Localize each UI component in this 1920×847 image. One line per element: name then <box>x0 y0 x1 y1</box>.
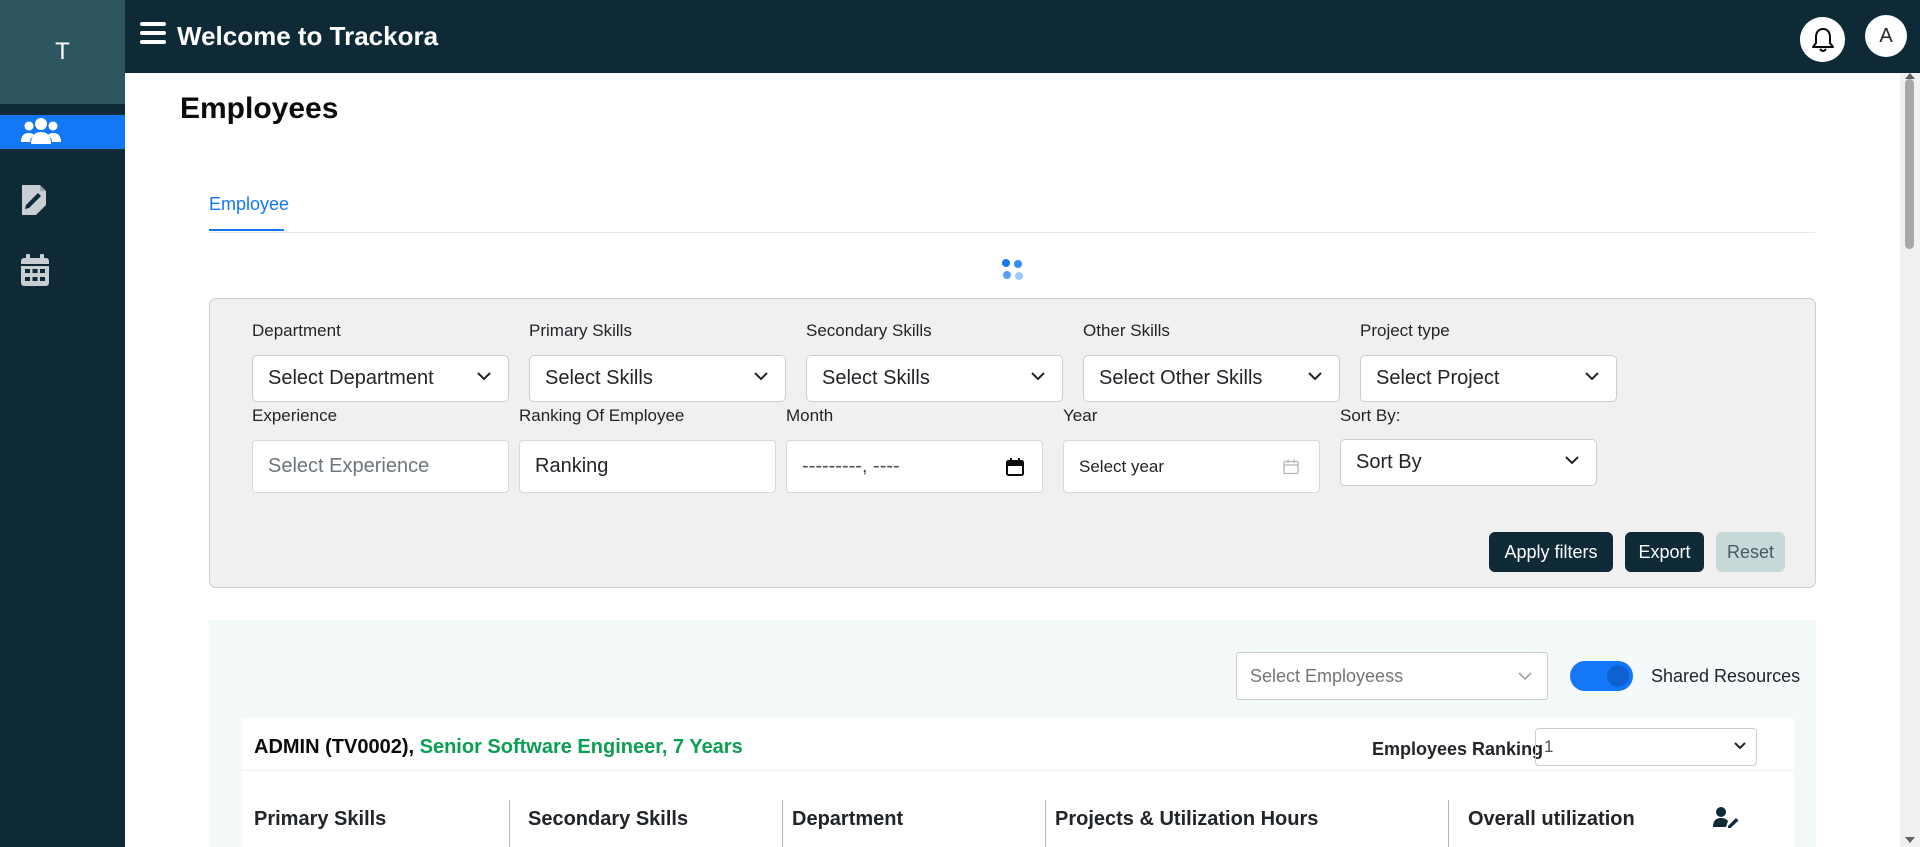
overall-utilization-heading: Overall utilization <box>1468 808 1635 830</box>
sidebar: T <box>0 0 125 847</box>
department-select-value: Select Department <box>268 367 434 389</box>
heading-separator: , <box>408 736 420 758</box>
column-separator <box>782 800 783 847</box>
month-input-value: ---------, ---- <box>802 455 900 477</box>
calendar-outline-icon <box>1283 459 1299 475</box>
chevron-down-icon <box>1565 456 1579 465</box>
ranking-select-value: 1 <box>1544 737 1554 756</box>
column-separator <box>509 800 510 847</box>
scrollbar-thumb[interactable] <box>1905 79 1914 249</box>
tab-bar: Employee <box>209 190 1815 233</box>
edit-user-icon[interactable] <box>1713 806 1739 828</box>
employee-card: ADMIN (TV0002), Senior Software Engineer… <box>242 718 1794 847</box>
primary-skills-label: Primary Skills <box>529 321 632 340</box>
employees-ranking-select[interactable]: 1 <box>1535 728 1757 766</box>
chevron-down-icon <box>1734 742 1746 750</box>
project-type-select[interactable]: Select Project <box>1360 355 1617 402</box>
logo: T <box>0 0 125 104</box>
calendar-icon <box>21 254 49 286</box>
experience-input[interactable]: Select Experience <box>252 440 509 493</box>
logo-letter: T <box>55 38 70 65</box>
secondary-skills-select-value: Select Skills <box>822 367 930 389</box>
chevron-down-icon <box>477 372 491 381</box>
document-icon <box>22 185 46 215</box>
ranking-input[interactable]: Ranking <box>519 440 776 493</box>
secondary-skills-select[interactable]: Select Skills <box>806 355 1063 402</box>
month-input[interactable]: ---------, ---- <box>786 440 1043 493</box>
sidebar-item-employees[interactable] <box>0 115 125 149</box>
other-skills-select-value: Select Other Skills <box>1099 367 1263 389</box>
employees-ranking-label: Employees Ranking <box>1372 739 1544 759</box>
chevron-down-icon <box>1031 372 1045 381</box>
sort-by-select-value: Sort By <box>1356 451 1422 473</box>
experience-label: Experience <box>252 406 338 425</box>
other-skills-label: Other Skills <box>1083 321 1170 340</box>
chevron-down-icon <box>1518 672 1532 681</box>
primary-skills-select[interactable]: Select Skills <box>529 355 786 402</box>
page-title: Employees <box>180 92 339 125</box>
employee-heading: ADMIN (TV0002), Senior Software Engineer… <box>254 736 743 759</box>
secondary-skills-heading: Secondary Skills <box>528 808 689 830</box>
user-avatar[interactable]: A <box>1865 15 1907 57</box>
chevron-down-icon <box>1308 372 1322 381</box>
sort-by-select[interactable]: Sort By <box>1340 439 1597 486</box>
year-picker[interactable]: Select year <box>1063 440 1320 493</box>
sort-by-label: Sort By: <box>1340 406 1401 425</box>
column-separator <box>1045 800 1046 847</box>
tab-employee[interactable]: Employee <box>209 194 289 231</box>
reset-button[interactable]: Reset <box>1716 532 1785 572</box>
department-label: Department <box>252 321 341 340</box>
chevron-down-icon <box>1585 372 1599 381</box>
app-title: Welcome to Trackora <box>177 21 439 51</box>
project-type-label: Project type <box>1360 321 1450 340</box>
projects-utilization-heading: Projects & Utilization Hours <box>1055 808 1319 830</box>
ranking-input-value: Ranking <box>535 455 609 477</box>
experience-input-placeholder: Select Experience <box>268 455 430 477</box>
project-type-select-value: Select Project <box>1376 367 1500 389</box>
year-picker-placeholder: Select year <box>1079 456 1165 476</box>
page-scrollbar[interactable] <box>1900 73 1920 847</box>
sidebar-item-calendar[interactable] <box>0 253 125 287</box>
bell-icon <box>1811 27 1834 52</box>
month-label: Month <box>786 406 834 425</box>
primary-skills-select-value: Select Skills <box>545 367 653 389</box>
primary-skills-heading: Primary Skills <box>254 808 387 830</box>
users-icon <box>21 118 61 144</box>
card-divider <box>242 770 1794 771</box>
other-skills-select[interactable]: Select Other Skills <box>1083 355 1340 402</box>
top-bar: Welcome to Trackora A <box>125 0 1920 73</box>
avatar-letter: A <box>1879 24 1893 47</box>
apply-filters-button[interactable]: Apply filters <box>1489 532 1613 572</box>
year-label: Year <box>1063 406 1098 425</box>
secondary-skills-label: Secondary Skills <box>806 321 932 340</box>
employee-select-placeholder: Select Employeess <box>1250 665 1404 686</box>
export-button[interactable]: Export <box>1625 532 1704 572</box>
notifications-button[interactable] <box>1800 17 1845 62</box>
employee-select[interactable]: Select Employeess <box>1236 652 1548 700</box>
calendar-icon[interactable] <box>1006 458 1024 476</box>
department-select[interactable]: Select Department <box>252 355 509 402</box>
employee-role: Senior Software Engineer, 7 Years <box>419 736 743 758</box>
shared-resources-label: Shared Resources <box>1651 666 1801 686</box>
loading-spinner <box>1002 258 1024 282</box>
sidebar-item-documents[interactable] <box>0 183 125 217</box>
toggle-knob <box>1607 665 1629 687</box>
scroll-down-arrow[interactable] <box>1905 837 1915 843</box>
employees-panel: Select Employeess Shared Resources ADMIN… <box>209 620 1816 847</box>
filter-panel: Department Primary Skills Secondary Skil… <box>209 298 1816 588</box>
ranking-label: Ranking Of Employee <box>519 406 685 425</box>
employee-name: ADMIN (TV0002) <box>254 736 409 758</box>
hamburger-menu-icon[interactable] <box>140 22 166 46</box>
chevron-down-icon <box>754 372 768 381</box>
column-separator <box>1448 800 1449 847</box>
shared-resources-toggle[interactable] <box>1570 661 1633 691</box>
department-heading: Department <box>792 808 904 830</box>
